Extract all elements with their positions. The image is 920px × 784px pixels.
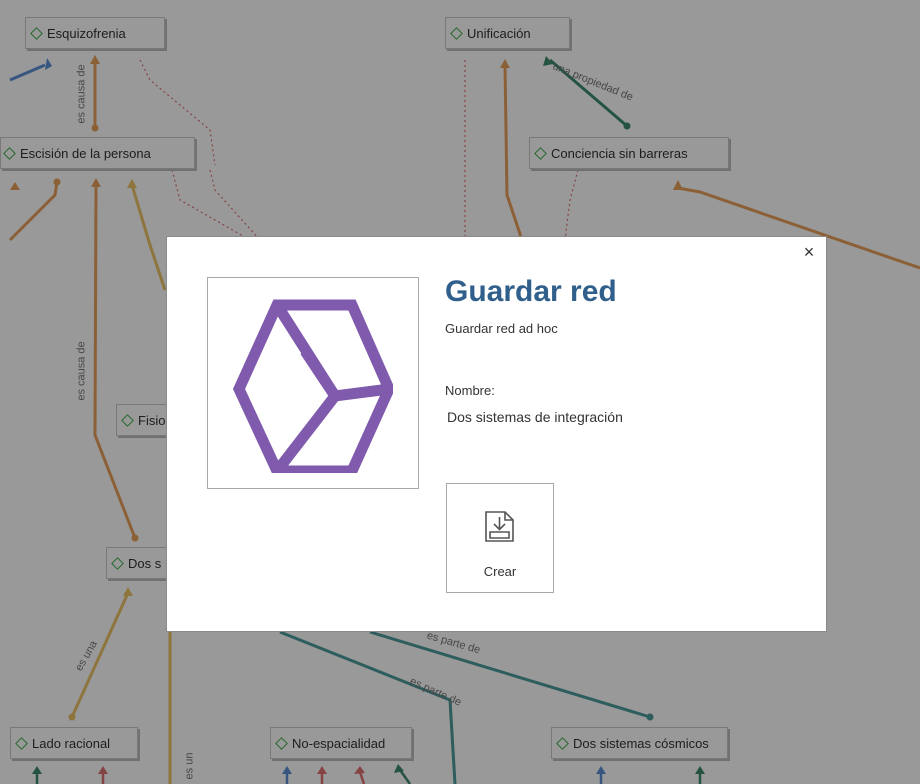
create-button[interactable]: Crear bbox=[446, 483, 554, 593]
create-button-label: Crear bbox=[483, 564, 517, 579]
save-network-dialog: × Guardar red Guardar red ad hoc Nombre:… bbox=[166, 236, 827, 632]
dialog-subtitle: Guardar red ad hoc bbox=[445, 321, 558, 336]
name-field[interactable] bbox=[447, 405, 747, 429]
name-label: Nombre: bbox=[445, 383, 495, 398]
close-button[interactable]: × bbox=[798, 241, 820, 263]
network-cube-icon bbox=[233, 299, 393, 473]
dialog-title: Guardar red bbox=[445, 275, 617, 308]
save-download-icon bbox=[485, 511, 514, 542]
logo-panel bbox=[207, 277, 419, 489]
